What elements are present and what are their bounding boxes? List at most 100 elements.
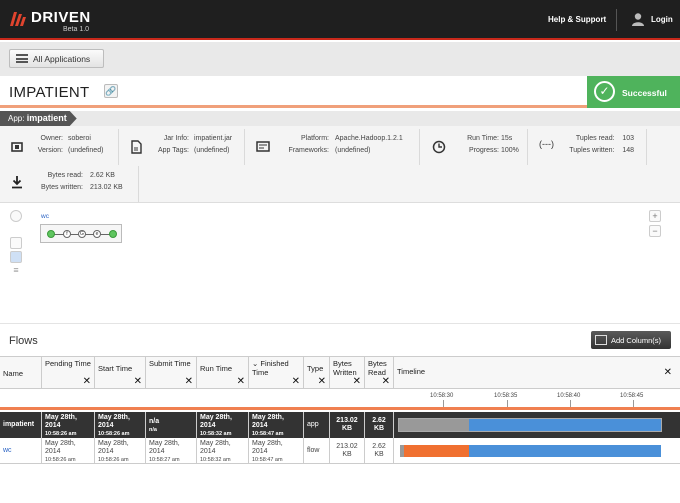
menu-icon (16, 54, 28, 63)
platform-label: Platform: (300, 135, 329, 142)
jar-panel: Jar Info: impatient.jar App Tags: (undef… (120, 129, 245, 165)
row-start: May 28th, 2014 10:58:26 am (95, 412, 146, 438)
close-icon[interactable]: ✕ (318, 377, 326, 387)
close-icon[interactable]: ✕ (382, 377, 390, 387)
status-label: Successful (622, 88, 667, 98)
sink-node[interactable] (109, 230, 117, 238)
link-icon[interactable]: 🔗 (104, 84, 118, 98)
document-icon (131, 140, 142, 154)
close-icon[interactable]: ✕ (353, 377, 361, 387)
bytes-read-label: Bytes read: (47, 172, 83, 179)
add-columns-button[interactable]: Add Column(s) (591, 331, 671, 349)
flow-node-label[interactable]: wc (41, 213, 49, 220)
col-header-bytes-read[interactable]: Bytes Read ✕ (365, 356, 394, 389)
table-row[interactable]: impatient May 28th, 2014 10:58:26 am May … (0, 412, 680, 438)
row-timeline[interactable] (394, 438, 680, 464)
table-divider (0, 407, 680, 410)
frameworks-value: (undefined) (335, 147, 371, 154)
step-node[interactable]: G (78, 230, 86, 238)
tuples-icon: (---) (539, 139, 554, 149)
help-support-link[interactable]: Help & Support (548, 15, 606, 24)
step-node[interactable]: e (93, 230, 101, 238)
close-icon[interactable]: ✕ (134, 377, 142, 387)
breadcrumb-bar (0, 111, 680, 126)
col-header-timeline[interactable]: Timeline ✕ (394, 356, 680, 389)
login-link[interactable]: Login (651, 15, 673, 24)
zoom-out-button[interactable]: − (649, 225, 661, 237)
version-value: (undefined) (68, 147, 104, 154)
col-header-finished[interactable]: ⌄ Finished Time ✕ (249, 356, 304, 389)
all-applications-button[interactable]: All Applications (9, 49, 104, 68)
columns-icon (595, 335, 607, 345)
row-bytes-written: 213.02 KB (330, 438, 365, 464)
timeline-run-bar[interactable] (469, 445, 661, 457)
compass-icon[interactable] (10, 210, 22, 222)
timeline-tick: 10:58:30 (430, 393, 454, 399)
check-icon: ✓ (594, 81, 615, 102)
progress-value: 100% (501, 147, 519, 154)
row-name[interactable]: wc (0, 438, 42, 464)
owner-panel: Owner: soberoi Version: (undefined) (0, 129, 119, 165)
all-applications-label: All Applications (33, 53, 91, 64)
user-icon[interactable] (631, 12, 645, 26)
tick-mark (443, 400, 444, 407)
col-header-submit[interactable]: Submit Time ✕ (146, 356, 197, 389)
tuples-read-value: 103 (622, 135, 634, 142)
tuples-read-label: Tuples read: 103 (575, 135, 634, 142)
col-header-pending[interactable]: Pending Time ✕ (42, 356, 95, 389)
view-mode-icon[interactable] (10, 237, 22, 249)
app-title-row (0, 76, 680, 108)
source-node[interactable] (47, 230, 55, 238)
progress-label: Progress: (469, 147, 499, 154)
close-icon[interactable]: ✕ (664, 368, 672, 378)
close-icon[interactable]: ✕ (292, 377, 300, 387)
step-node[interactable]: f (63, 230, 71, 238)
flows-title: Flows (9, 335, 38, 347)
row-bytes-written: 213.02 KB (330, 412, 365, 438)
platform-panel: Platform: Apache.Hadoop.1.2.1 Frameworks… (246, 129, 420, 165)
zoom-in-button[interactable]: + (649, 210, 661, 222)
close-icon[interactable]: ✕ (83, 377, 91, 387)
bytes-written-value: 213.02 KB (90, 184, 123, 191)
tree-icon[interactable]: ≡ (10, 265, 22, 277)
row-submit: May 28th, 2014 10:58:27 am (146, 438, 197, 464)
col-header-start[interactable]: Start Time ✕ (95, 356, 146, 389)
brand-subtitle: Beta 1.0 (63, 26, 90, 33)
row-type: flow (304, 438, 330, 464)
timeline-pending-bar[interactable] (399, 419, 469, 431)
col-header-run[interactable]: Run Time ✕ (197, 356, 249, 389)
row-finished: May 28th, 2014 10:58:47 am (249, 438, 304, 464)
row-pending: May 28th, 2014 10:58:26 am (42, 412, 95, 438)
bytes-panel: Bytes read: 2.62 KB Bytes written: 213.0… (0, 166, 139, 202)
timeline-run-bar[interactable] (469, 419, 661, 431)
row-run: May 28th, 2014 10:58:32 am (197, 412, 249, 438)
row-bytes-read: 2.62 KB (365, 412, 394, 438)
page-title: IMPATIENT (9, 84, 90, 101)
tick-mark (633, 400, 634, 407)
timeline-submit-bar[interactable] (404, 445, 469, 457)
tick-mark (570, 400, 571, 407)
view-mode-selected-icon[interactable] (10, 251, 22, 263)
col-header-name[interactable]: Name (0, 356, 42, 389)
add-columns-label: Add Column(s) (611, 335, 662, 345)
jar-link[interactable]: impatient.jar (194, 135, 232, 142)
close-icon[interactable]: ✕ (185, 377, 193, 387)
runtime-value: 15s (501, 135, 513, 142)
runtime-panel: Run Time: 15s Progress: 100% (421, 129, 528, 165)
runtime-label: Run Time: (467, 135, 499, 142)
tuples-panel: (---) Tuples read: 103 Tuples written: 1… (529, 129, 647, 165)
flow-node[interactable]: f G e (40, 224, 122, 243)
close-icon[interactable]: ✕ (237, 377, 245, 387)
flow-diagram[interactable] (0, 203, 680, 323)
col-header-bytes-written[interactable]: Bytes Written ✕ (330, 356, 365, 389)
driven-logo-icon (10, 12, 26, 26)
owner-label: Owner: (40, 135, 63, 142)
flows-header (0, 323, 680, 356)
table-row[interactable]: wc May 28th, 2014 10:58:26 am May 28th, 2… (0, 438, 680, 464)
row-name[interactable]: impatient (0, 412, 42, 438)
row-timeline[interactable] (394, 412, 680, 438)
tuples-written-label: Tuples written: 148 (569, 147, 634, 154)
download-icon (12, 176, 22, 189)
col-header-type[interactable]: Type ✕ (304, 356, 330, 389)
breadcrumb[interactable]: App: impatient (0, 111, 77, 126)
